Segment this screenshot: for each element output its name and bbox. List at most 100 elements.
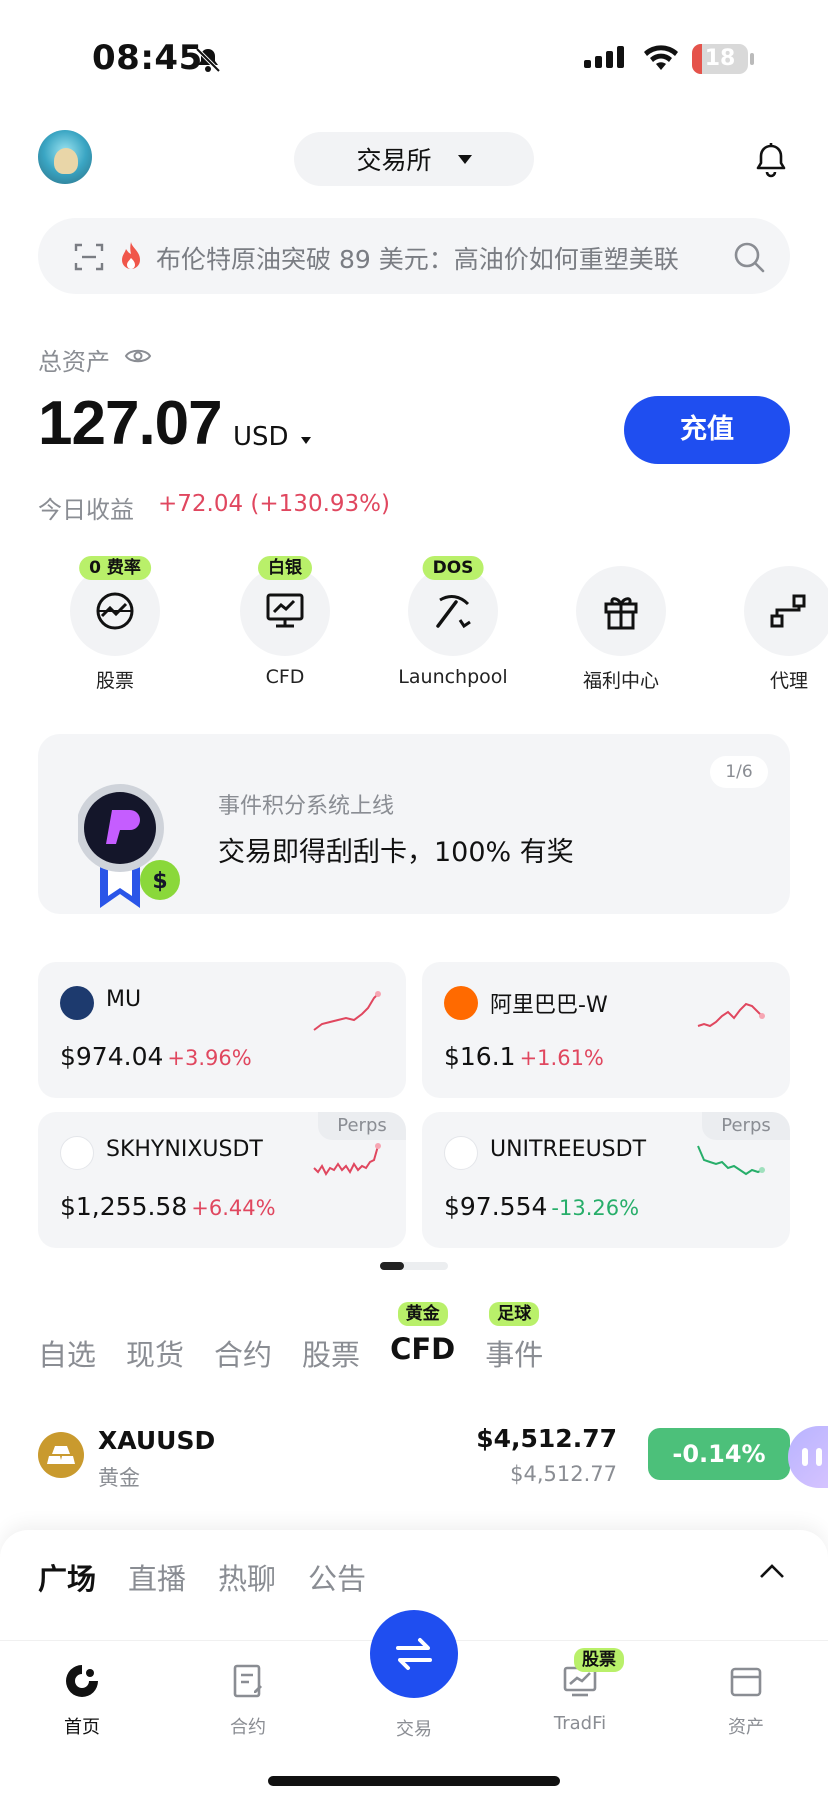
deposit-button[interactable]: 充值 (624, 396, 790, 464)
quick-icon-circle (744, 566, 828, 656)
tab-chat[interactable]: 热聊 (218, 1556, 276, 1598)
ticker-change: +1.61% (519, 1046, 604, 1070)
exchange-label: 交易所 (356, 146, 432, 175)
notification-bell-icon[interactable] (754, 142, 788, 178)
ticker-change: +6.44% (191, 1196, 276, 1220)
tab-stocks[interactable]: 股票 (302, 1332, 360, 1374)
quick-label: 代理 (769, 670, 808, 692)
perps-tag: Perps (702, 1112, 790, 1140)
home-logo-icon (66, 1665, 98, 1697)
nav-assets[interactable]: 资产 (686, 1661, 806, 1739)
promo-subtitle: 事件积分系统上线 (218, 794, 395, 819)
quick-label: CFD (265, 666, 305, 688)
search-bar[interactable]: 布伦特原油突破 89 美元：高油价如何重塑美联 (38, 218, 790, 294)
ticker-card-alibaba[interactable]: 阿里巴巴-W $16.1 +1.61% (422, 962, 790, 1098)
swap-arrows-icon (396, 1638, 432, 1670)
quick-label: 股票 (95, 670, 134, 692)
carousel-pager-active (380, 1262, 404, 1270)
ticker-name: 阿里巴巴-W (490, 993, 608, 1018)
micron-logo (60, 986, 94, 1020)
trade-button[interactable] (370, 1610, 458, 1698)
battery-cap (750, 53, 754, 65)
monitor-chart-icon (266, 593, 304, 628)
tab-watchlist[interactable]: 自选 (38, 1332, 96, 1374)
nav-contract[interactable]: 合约 (188, 1661, 308, 1739)
medal-icon: $ (78, 784, 180, 908)
nav-label: TradFi (553, 1713, 607, 1734)
alibaba-logo (444, 986, 478, 1020)
community-tabs: 广场 直播 热聊 公告 (38, 1556, 366, 1598)
quick-badge: DOS (422, 556, 484, 580)
home-indicator (268, 1776, 560, 1786)
tab-spot[interactable]: 现货 (126, 1332, 184, 1374)
promo-title: 交易即得刮刮卡，100% 有奖 (218, 837, 574, 868)
ticker-name: UNITREEUSDT (490, 1137, 647, 1162)
today-pnl-label: 今日收益 (38, 496, 134, 524)
eye-icon[interactable] (124, 346, 152, 366)
sparkline-chart (313, 1143, 381, 1176)
quick-badge: 白银 (258, 556, 312, 580)
ticker-card-mu[interactable]: MU $974.04 +3.96% (38, 962, 406, 1098)
tab-announcements[interactable]: 公告 (308, 1556, 366, 1598)
promo-banner[interactable]: 1/6 $ 事件积分系统上线 交易即得刮刮卡，100% 有奖 (38, 734, 790, 914)
search-icon[interactable] (732, 240, 766, 274)
ticker-change: -13.26% (551, 1196, 640, 1220)
market-tabs: 自选 现货 合约 股票 CFD 黄金 事件 足球 (38, 1302, 573, 1374)
tab-futures[interactable]: 合约 (214, 1332, 272, 1374)
sparkline-chart (697, 1002, 765, 1028)
nav-home[interactable]: 首页 (22, 1661, 142, 1739)
market-symbol: XAUUSD (98, 1426, 216, 1455)
pickaxe-icon (436, 595, 471, 629)
ticker-card-unitree[interactable]: Perps UNITREEUSDT $97.554 -13.26% (422, 1112, 790, 1248)
tab-live[interactable]: 直播 (128, 1556, 186, 1598)
market-name: 黄金 (98, 1466, 140, 1490)
market-change-badge[interactable]: -0.14% (648, 1428, 790, 1480)
bell-muted-icon (195, 47, 221, 73)
nav-label: 合约 (230, 1717, 266, 1738)
document-edit-icon (233, 1664, 262, 1698)
nav-tradfi-badge: 股票 (574, 1648, 624, 1672)
market-sub-price: $4,512.77 (510, 1462, 617, 1486)
tab-cfd[interactable]: CFD 黄金 (390, 1302, 455, 1374)
ticker-price: $16.1 +1.61% (444, 1042, 604, 1071)
skhynix-logo (60, 1136, 94, 1170)
ticker-price: $974.04 +3.96% (60, 1042, 252, 1071)
ticker-name: SKHYNIXUSDT (106, 1137, 263, 1162)
wifi-icon (644, 45, 678, 70)
ticker-price: $1,255.58 +6.44% (60, 1192, 276, 1221)
chevron-down-icon (457, 154, 472, 164)
battery-level: 18 (704, 46, 736, 71)
svg-text:$: $ (152, 869, 167, 894)
avatar[interactable] (38, 130, 92, 184)
network-icon (770, 594, 806, 628)
cellular-signal-icon (584, 46, 624, 68)
fire-icon (122, 242, 140, 269)
globe-chart-icon (96, 592, 134, 630)
status-bar: 08:45 18 (0, 0, 828, 110)
exchange-switcher[interactable]: 交易所 (294, 132, 534, 186)
tab-square[interactable]: 广场 (38, 1556, 96, 1598)
scan-icon[interactable] (74, 242, 104, 272)
quick-badge: 0 费率 (79, 556, 151, 580)
banner-page-indicator: 1/6 (710, 756, 768, 788)
gift-icon (604, 597, 638, 630)
ticker-card-skhynix[interactable]: Perps SKHYNIXUSDT $1,255.58 +6.44% (38, 1112, 406, 1248)
caret-down-icon[interactable] (301, 437, 311, 444)
tab-badge: 黄金 (397, 1302, 448, 1326)
market-row-xauusd[interactable]: XAUUSD 黄金 $4,512.77 $4,512.77 -0.14% (0, 1412, 828, 1512)
total-assets-label: 总资产 (38, 348, 110, 376)
nav-tradfi[interactable]: TradFi (520, 1661, 640, 1734)
today-pnl-value: +72.04 (+130.93%) (158, 491, 390, 517)
battery-indicator: 18 (692, 44, 748, 74)
sparkline-chart (313, 991, 381, 1031)
search-trending-text: 布伦特原油突破 89 美元：高油价如何重塑美联 (156, 245, 679, 274)
ticker-price: $97.554 -13.26% (444, 1192, 640, 1221)
chevron-up-icon[interactable] (758, 1560, 786, 1582)
ticker-name: MU (106, 987, 142, 1012)
gold-bars-icon (38, 1432, 84, 1478)
quick-label: Launchpool (398, 666, 508, 688)
total-assets-value: 127.07 (38, 389, 223, 458)
nav-label: 资产 (728, 1717, 764, 1738)
tab-events[interactable]: 事件 足球 (485, 1302, 543, 1374)
currency-selector[interactable]: USD (233, 422, 289, 452)
